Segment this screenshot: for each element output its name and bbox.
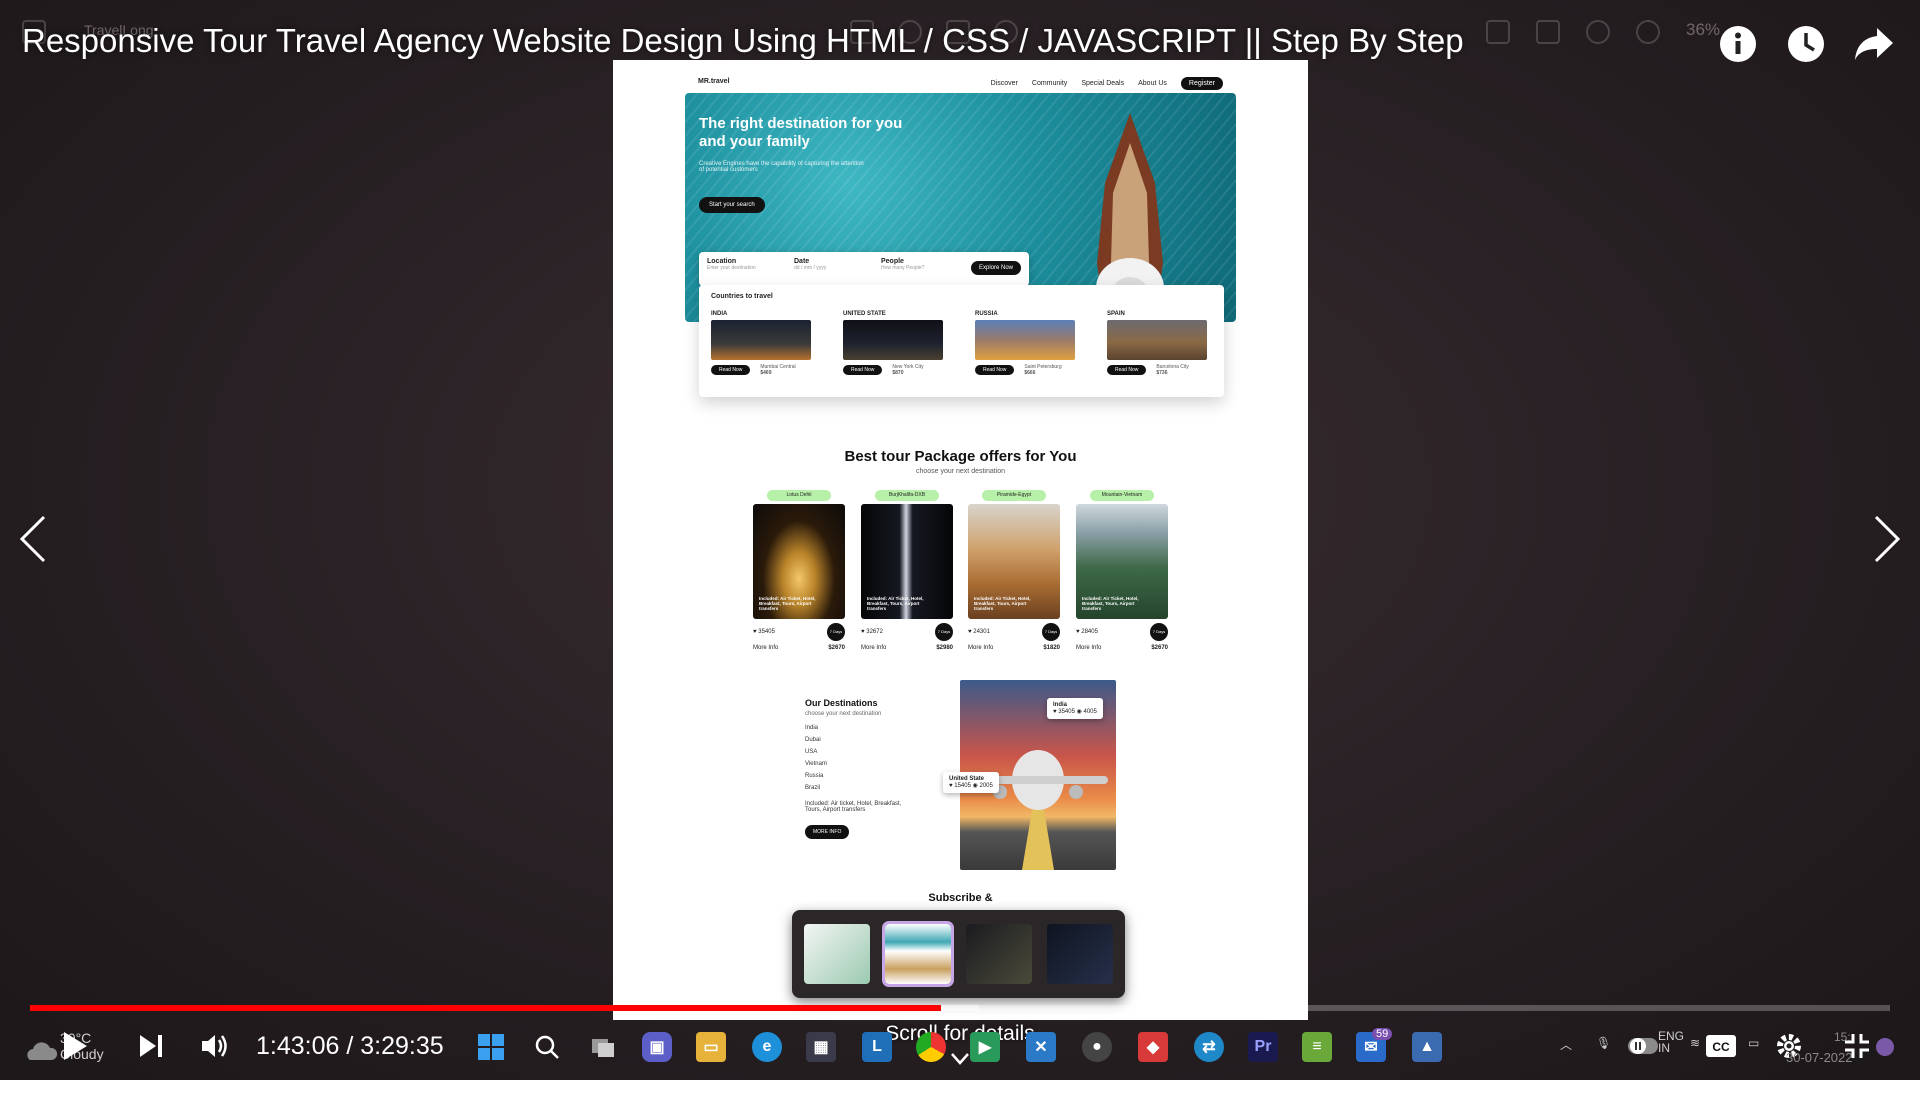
notepad-icon[interactable]: L	[862, 1032, 892, 1062]
packages-subtitle: choose your next destination	[915, 468, 1006, 475]
previous-arrow-icon[interactable]	[18, 515, 48, 563]
countries-section: Countries to travel INDIA Read Now Mumbai…	[699, 285, 1224, 397]
teamviewer-icon[interactable]: ⇄	[1194, 1032, 1224, 1062]
hero-subtitle: Creative Engines have the capability of …	[699, 161, 864, 173]
location-placeholder: Enter your destination	[707, 265, 756, 271]
vscode-icon[interactable]: ✕	[1026, 1032, 1056, 1062]
filmstrip-thumbnail-selected[interactable]	[882, 921, 954, 987]
progress-bar[interactable]	[30, 1005, 1890, 1011]
filmstrip-thumbnail[interactable]	[1047, 924, 1113, 984]
explore-button: Explore Now	[970, 261, 1021, 275]
zoom-level: 36%	[1686, 20, 1721, 39]
battery-icon[interactable]: ▭	[1748, 1036, 1759, 1050]
us-popup: United State ♥ 15405 ◉ 2005	[943, 772, 999, 793]
image-filmstrip	[792, 910, 1125, 998]
share-button[interactable]	[1852, 22, 1896, 66]
filmstrip-thumbnail[interactable]	[966, 924, 1032, 984]
countries-title: Countries to travel	[711, 293, 773, 300]
teams-chat-icon[interactable]: ▣	[642, 1032, 672, 1062]
time-display: 1:43:06 / 3:29:35	[256, 1032, 444, 1060]
premiere-icon[interactable]: Pr	[1248, 1032, 1278, 1062]
subscribe-heading: Subscribe &	[928, 892, 993, 904]
skip-next-icon	[140, 1035, 162, 1057]
country-card: INDIA Read Now Mumbai Central $469	[711, 311, 811, 376]
progress-played	[30, 1005, 942, 1011]
package-card: Lotus Dehli Included: Air Ticket, Hotel,…	[753, 490, 845, 651]
anydesk-icon[interactable]: ◆	[1138, 1032, 1168, 1062]
video-title[interactable]: Responsive Tour Travel Agency Website De…	[22, 22, 1464, 60]
next-video-button[interactable]	[134, 1030, 168, 1062]
info-icon	[1720, 26, 1756, 62]
photos-icon[interactable]: ▲	[1412, 1032, 1442, 1062]
volume-button[interactable]	[198, 1030, 232, 1062]
register-button: Register	[1180, 77, 1223, 90]
date-label: Date	[794, 258, 810, 265]
info-button[interactable]	[1716, 22, 1760, 66]
store-icon[interactable]: ▦	[806, 1032, 836, 1062]
pause-autoplay-toggle[interactable]	[1626, 1030, 1660, 1062]
next-arrow-icon[interactable]	[1872, 515, 1902, 563]
search-card: Location Enter your destination Date dd / …	[699, 252, 1029, 286]
hero-title: The right destination for you and your f…	[699, 115, 903, 150]
wifi-icon[interactable]: ≋	[1690, 1036, 1700, 1050]
india-popup: India ♥ 35405 ◉ 4005	[1047, 698, 1103, 719]
packages-title: Best tour Package offers for You	[844, 448, 1077, 465]
country-card: UNITED STATE Read Now New York City $870	[843, 311, 943, 376]
cc-icon: CC	[1706, 1035, 1736, 1057]
clock-icon	[1788, 26, 1824, 62]
package-card: BurjKhalifa-DXB Included: Air Ticket, Ho…	[861, 490, 953, 651]
svg-text:CC: CC	[1712, 1040, 1730, 1054]
file-explorer-icon[interactable]: ▭	[696, 1032, 726, 1062]
zoom-out-icon[interactable]	[1586, 20, 1610, 44]
notification-badge: 59	[1372, 1028, 1393, 1040]
country-card: SPAIN Read Now Barcelona City $736	[1107, 311, 1207, 376]
video-player[interactable]: TravelLong 36% Responsive Tour Travel Ag…	[0, 0, 1920, 1080]
nav-link: Special Deals	[1081, 80, 1125, 87]
clock-date: 30-07-2022	[1786, 1050, 1853, 1065]
play-button[interactable]	[58, 1030, 92, 1062]
zoom-in-icon[interactable]	[1636, 20, 1660, 44]
nav-link: Community	[1031, 80, 1068, 87]
location-label: Location	[707, 258, 737, 265]
windows-start-icon[interactable]	[476, 1032, 506, 1062]
captions-button[interactable]: CC	[1704, 1030, 1738, 1062]
actual-size-icon[interactable]	[1536, 20, 1560, 44]
layers-icon[interactable]: ≡	[1302, 1032, 1332, 1062]
search-icon[interactable]	[532, 1032, 562, 1062]
microphone-icon[interactable]: 🎙	[1596, 1036, 1611, 1050]
watch-later-button[interactable]	[1784, 22, 1828, 66]
package-card: Piramide-Egypt Included: Air Ticket, Hot…	[968, 490, 1060, 651]
destinations-section: Our Destinations choose your next destin…	[805, 698, 945, 839]
play-icon	[64, 1032, 87, 1060]
recorder-icon[interactable]: ●	[1082, 1032, 1112, 1062]
language-indicator[interactable]: ENG IN	[1658, 1030, 1684, 1054]
site-logo: MR.travel	[698, 78, 730, 85]
displayed-image: MR.travel Discover Community Special Dea…	[613, 60, 1308, 1020]
site-navbar: MR.travel Discover Community Special Dea…	[698, 77, 1223, 93]
people-placeholder: How many People?	[881, 265, 925, 271]
nav-link: Discover	[990, 80, 1018, 87]
date-placeholder: dd / mm / yyyy	[794, 265, 827, 271]
notification-icon[interactable]	[1876, 1038, 1894, 1056]
autoplay-toggle-icon	[1628, 1038, 1658, 1054]
nav-link: About Us	[1138, 80, 1167, 87]
page-background	[0, 1080, 1920, 1120]
share-icon	[1855, 28, 1893, 60]
edge-icon[interactable]: e	[752, 1032, 782, 1062]
player-controls: 30°C Cloudy 1:43:06 / 3:29:35 ▣ ▭ e ▦ L ▶…	[0, 1012, 1920, 1080]
fullscreen-icon[interactable]	[1486, 20, 1510, 44]
hero-cta-button: Start your search	[699, 197, 765, 213]
filmstrip-thumbnail[interactable]	[804, 924, 870, 984]
country-card: RUSSIA Read Now Saint Petersburg $666	[975, 311, 1075, 376]
chevron-up-icon[interactable]: ︿	[1560, 1036, 1572, 1053]
volume-icon	[202, 1035, 227, 1057]
task-view-icon[interactable]	[588, 1032, 618, 1062]
cloud-icon	[27, 1042, 58, 1060]
chrome-icon[interactable]	[916, 1032, 946, 1062]
package-card: Mountain-Vietnam Included: Air Ticket, H…	[1076, 490, 1168, 651]
people-label: People	[881, 258, 904, 265]
sheets-icon[interactable]: ▶	[970, 1032, 1000, 1062]
